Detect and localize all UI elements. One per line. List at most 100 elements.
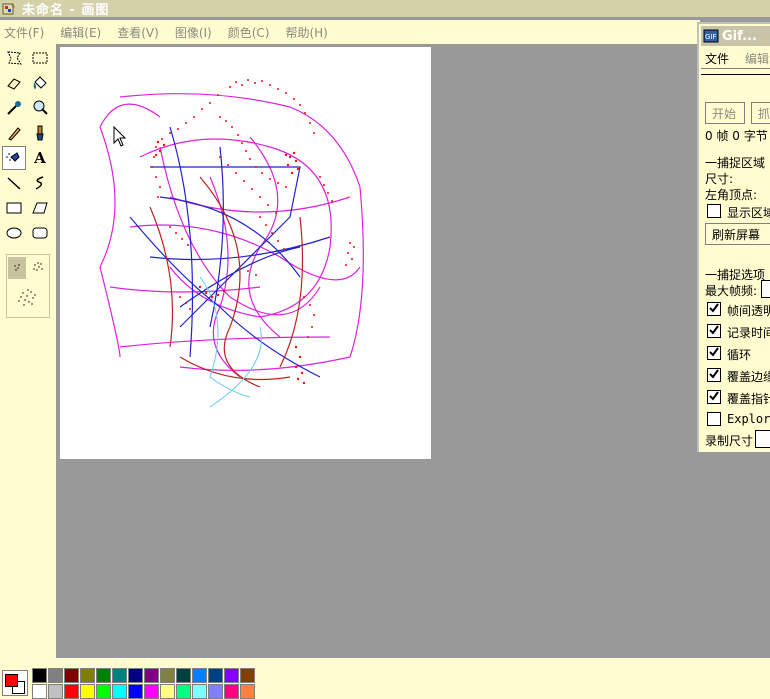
rect-select-icon[interactable]	[28, 46, 52, 70]
paint-window: 未命名 - 画图 文件(F) 编辑(E) 查看(V) 图像(I) 颜色(C) 帮…	[0, 0, 770, 699]
pencil-icon[interactable]	[2, 121, 26, 145]
gif-app-icon: GIF	[703, 29, 719, 43]
option-checkbox-0[interactable]	[707, 302, 721, 316]
foreground-color-swatch[interactable]	[5, 674, 18, 687]
tool-box: A	[0, 44, 56, 658]
fill-icon[interactable]	[28, 71, 52, 95]
show-area-label: 显示区域	[727, 206, 770, 220]
palette-swatch-bottom-9[interactable]	[176, 684, 191, 699]
palette-swatch-top-3[interactable]	[80, 668, 95, 683]
polygon-icon[interactable]	[28, 196, 52, 220]
show-area-checkbox[interactable]	[707, 204, 721, 218]
palette-swatch-top-6[interactable]	[128, 668, 143, 683]
menu-colors[interactable]: 颜色(C)	[224, 24, 270, 41]
line-icon[interactable]	[2, 171, 26, 195]
option-label-5: Explorer	[727, 412, 770, 426]
palette-swatch-top-7[interactable]	[144, 668, 159, 683]
airbrush-icon[interactable]	[2, 146, 26, 170]
menu-bar: 文件(F) 编辑(E) 查看(V) 图像(I) 颜色(C) 帮助(H)	[0, 20, 700, 44]
capture-area-heading: 一捕捉区域	[705, 156, 766, 170]
palette-swatch-bottom-0[interactable]	[32, 684, 47, 699]
palette-swatch-top-9[interactable]	[176, 668, 191, 683]
mouse-pointer-icon	[113, 126, 127, 147]
palette-swatch-bottom-6[interactable]	[128, 684, 143, 699]
menu-file[interactable]: 文件(F)	[0, 24, 44, 41]
palette-swatch-bottom-10[interactable]	[192, 684, 207, 699]
menu-view[interactable]: 查看(V)	[113, 24, 159, 41]
text-icon[interactable]: A	[28, 146, 52, 170]
option-label-4: 覆盖指针	[727, 392, 770, 406]
option-label-1: 记录时间	[727, 326, 770, 340]
option-checkbox-4[interactable]	[707, 390, 721, 404]
palette-swatch-top-12[interactable]	[224, 668, 239, 683]
gif-toolbar-divider-2	[701, 74, 770, 75]
free-select-icon[interactable]	[2, 46, 26, 70]
option-label-3: 覆盖边缘	[727, 370, 770, 384]
max-fps-input[interactable]	[761, 280, 770, 298]
gif-capture-button[interactable]: 抓	[751, 102, 770, 124]
option-checkbox-5[interactable]	[707, 412, 721, 426]
gif-title-bar: GIF Gif...	[701, 26, 770, 46]
palette-swatch-bottom-8[interactable]	[160, 684, 175, 699]
gif-start-button[interactable]: 开始	[705, 102, 745, 124]
record-size-input[interactable]	[755, 430, 770, 448]
menu-edit[interactable]: 编辑(E)	[56, 24, 101, 41]
gif-menu-bar: 文件 编辑	[701, 50, 770, 67]
palette-swatch-bottom-13[interactable]	[240, 684, 255, 699]
gif-toolbar-divider	[701, 68, 770, 69]
menu-image[interactable]: 图像(I)	[171, 24, 212, 41]
option-checkbox-2[interactable]	[707, 346, 721, 360]
ellipse-icon[interactable]	[2, 221, 26, 245]
paint-app-icon	[2, 2, 15, 14]
corner-label: 左角顶点:	[705, 188, 758, 202]
option-label-0: 帧间透明	[727, 304, 770, 318]
palette-swatch-bottom-2[interactable]	[64, 684, 79, 699]
gif-status: 0 帧 0 字节	[705, 129, 768, 143]
title-bar: 未命名 - 画图	[0, 0, 770, 18]
rounded-rect-icon[interactable]	[28, 221, 52, 245]
palette-swatch-bottom-7[interactable]	[144, 684, 159, 699]
option-checkbox-1[interactable]	[707, 324, 721, 338]
gif-menu-file[interactable]: 文件	[701, 50, 729, 67]
palette-swatch-bottom-1[interactable]	[48, 684, 63, 699]
palette-swatch-top-10[interactable]	[192, 668, 207, 683]
palette-swatch-top-2[interactable]	[64, 668, 79, 683]
size-label: 尺寸:	[705, 172, 734, 186]
eraser-icon[interactable]	[2, 71, 26, 95]
refresh-screen-button[interactable]: 刷新屏幕	[705, 223, 770, 245]
palette-swatch-top-0[interactable]	[32, 668, 47, 683]
gif-capture-window: GIF Gif... 文件 编辑 开始 抓 0 帧 0 字节 一捕捉区域 尺寸:…	[697, 22, 770, 452]
curve-icon[interactable]	[28, 171, 52, 195]
palette-swatch-bottom-3[interactable]	[80, 684, 95, 699]
color-picker-icon[interactable]	[2, 96, 26, 120]
menu-help[interactable]: 帮助(H)	[281, 24, 327, 41]
window-title: 未命名 - 画图	[22, 3, 110, 18]
palette-swatch-bottom-12[interactable]	[224, 684, 239, 699]
gif-window-title: Gif...	[722, 28, 757, 44]
palette-swatch-top-13[interactable]	[240, 668, 255, 683]
record-size-label: 录制尺寸	[705, 434, 754, 448]
rectangle-icon[interactable]	[2, 196, 26, 220]
svg-text:GIF: GIF	[705, 33, 717, 41]
drawing-canvas[interactable]	[60, 47, 431, 459]
magnifier-icon[interactable]	[28, 96, 52, 120]
canvas-area	[56, 44, 700, 658]
gif-menu-edit[interactable]: 编辑	[741, 50, 769, 67]
brush-icon[interactable]	[28, 121, 52, 145]
color-palette	[0, 658, 770, 699]
palette-swatch-top-1[interactable]	[48, 668, 63, 683]
option-checkbox-3[interactable]	[707, 368, 721, 382]
palette-swatch-bottom-11[interactable]	[208, 684, 223, 699]
airbrush-size-options	[6, 254, 50, 318]
canvas-drawing	[99, 79, 364, 408]
palette-swatch-top-5[interactable]	[112, 668, 127, 683]
max-fps-label: 最大帧频:	[705, 284, 758, 298]
option-label-2: 循环	[727, 348, 752, 362]
palette-swatch-bottom-5[interactable]	[112, 684, 127, 699]
palette-swatch-top-11[interactable]	[208, 668, 223, 683]
palette-swatch-top-4[interactable]	[96, 668, 111, 683]
text-tool-glyph: A	[34, 149, 46, 167]
airbrush-size-small-selected[interactable]	[8, 257, 26, 279]
palette-swatch-bottom-4[interactable]	[96, 684, 111, 699]
palette-swatch-top-8[interactable]	[160, 668, 175, 683]
